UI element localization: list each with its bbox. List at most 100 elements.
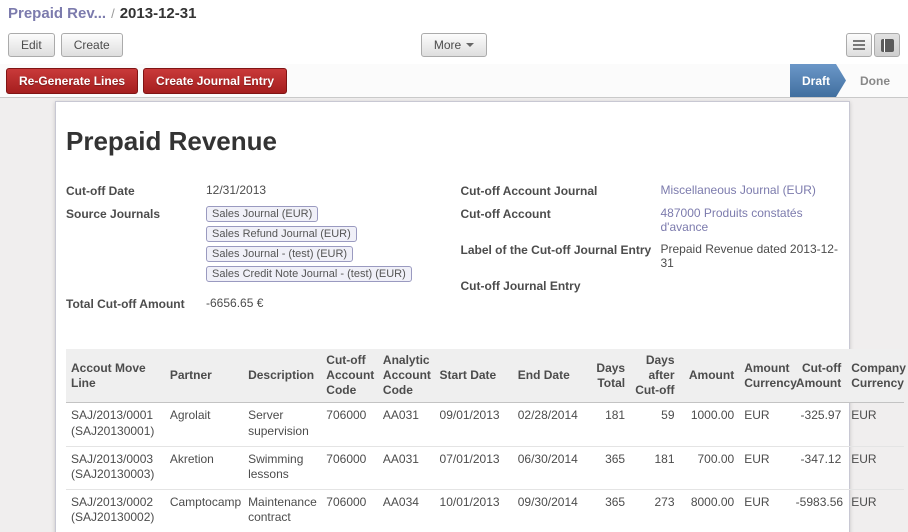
journal-tag: Sales Journal - (test) (EUR) [206,246,353,262]
col-days-total[interactable]: Days Total [591,349,630,403]
total-amount-value: -6656.65 € [206,296,445,311]
cell-start-date: 07/01/2013 [435,446,513,489]
cell-amount-currency: EUR [739,446,790,489]
cell-cutoff-amount: -325.97 [791,403,847,446]
regenerate-lines-button[interactable]: Re-Generate Lines [6,68,138,94]
field-journal-entry: Cut-off Journal Entry [461,278,840,293]
cell-move-line: SAJ/2013/0001 (SAJ20130001) [66,403,165,446]
cell-start-date: 10/01/2013 [435,489,513,532]
more-button-label: More [434,38,461,52]
col-partner[interactable]: Partner [165,349,243,403]
create-button[interactable]: Create [61,33,123,57]
col-amount[interactable]: Amount [680,349,740,403]
cell-analytic-code: AA031 [378,403,435,446]
cell-cutoff-amount: -5983.56 [791,489,847,532]
col-days-after-cutoff[interactable]: Days after Cut-off [630,349,679,403]
breadcrumb-current: 2013-12-31 [120,5,197,22]
table-row[interactable]: SAJ/2013/0001 (SAJ20130001) Agrolait Ser… [66,403,904,446]
cell-company-currency: EUR [846,489,904,532]
cell-amount-currency: EUR [739,489,790,532]
entry-label-label: Label of the Cut-off Journal Entry [461,242,661,270]
cell-amount: 8000.00 [680,489,740,532]
field-total-amount: Total Cut-off Amount -6656.65 € [66,296,445,311]
cell-days-after: 273 [630,489,679,532]
form-sheet: Prepaid Revenue Cut-off Date 12/31/2013 … [55,101,850,532]
field-cutoff-date: Cut-off Date 12/31/2013 [66,183,445,198]
journal-tag: Sales Refund Journal (EUR) [206,226,357,242]
list-view-button[interactable] [846,33,872,57]
journal-entry-label: Cut-off Journal Entry [461,278,661,293]
cell-partner: Camptocamp [165,489,243,532]
cell-description: Maintenance contract [243,489,321,532]
cell-account-code: 706000 [321,489,378,532]
content-area: Prepaid Revenue Cut-off Date 12/31/2013 … [0,98,908,532]
field-group-left: Cut-off Date 12/31/2013 Source Journals … [66,183,445,319]
cell-end-date: 02/28/2014 [513,403,591,446]
source-journals-tags: Sales Journal (EUR) Sales Refund Journal… [206,206,445,286]
status-done: Done [846,64,908,97]
cutoff-account-value[interactable]: 487000 Produits constatés d'avance [661,206,840,234]
cell-days-total: 365 [591,489,630,532]
cell-company-currency: EUR [846,403,904,446]
field-cutoff-journal: Cut-off Account Journal Miscellaneous Jo… [461,183,840,198]
cutoff-date-label: Cut-off Date [66,183,206,198]
table-row[interactable]: SAJ/2013/0002 (SAJ20130002) Camptocamp M… [66,489,904,532]
view-switcher [846,33,900,57]
page-title: Prepaid Revenue [66,126,839,157]
cell-analytic-code: AA034 [378,489,435,532]
journal-tag: Sales Journal (EUR) [206,206,318,222]
cutoff-journal-label: Cut-off Account Journal [461,183,661,198]
cell-partner: Agrolait [165,403,243,446]
entry-label-value: Prepaid Revenue dated 2013-12-31 [661,242,840,270]
cell-company-currency: EUR [846,446,904,489]
breadcrumb-parent[interactable]: Prepaid Rev... [8,5,106,22]
cutoff-journal-value[interactable]: Miscellaneous Journal (EUR) [661,183,840,198]
cell-amount-currency: EUR [739,403,790,446]
journal-entry-value [661,278,840,293]
chevron-down-icon [466,43,474,47]
cell-account-code: 706000 [321,403,378,446]
create-journal-entry-button[interactable]: Create Journal Entry [143,68,287,94]
field-entry-label: Label of the Cut-off Journal Entry Prepa… [461,242,840,270]
col-cutoff-amount[interactable]: Cut-off Amount [791,349,847,403]
table-row[interactable]: SAJ/2013/0003 (SAJ20130003) Akretion Swi… [66,446,904,489]
col-analytic-account-code[interactable]: Analytic Account Code [378,349,435,403]
field-cutoff-account: Cut-off Account 487000 Produits constaté… [461,206,840,234]
table-header-row: Accout Move Line Partner Description Cut… [66,349,904,403]
form-view-button[interactable] [874,33,900,57]
cell-amount: 700.00 [680,446,740,489]
cell-move-line: SAJ/2013/0002 (SAJ20130002) [66,489,165,532]
form-icon [881,39,894,52]
col-company-currency[interactable]: Company Currency [846,349,904,403]
cell-partner: Akretion [165,446,243,489]
cell-cutoff-amount: -347.12 [791,446,847,489]
breadcrumb-separator: / [111,6,115,21]
cell-analytic-code: AA031 [378,446,435,489]
col-amount-currency[interactable]: Amount Currency [739,349,790,403]
cell-move-line: SAJ/2013/0003 (SAJ20130003) [66,446,165,489]
field-source-journals: Source Journals Sales Journal (EUR) Sale… [66,206,445,286]
col-end-date[interactable]: End Date [513,349,591,403]
cell-days-after: 181 [630,446,679,489]
status-draft: Draft [790,64,846,97]
cell-description: Server supervision [243,403,321,446]
cell-description: Swimming lessons [243,446,321,489]
col-start-date[interactable]: Start Date [435,349,513,403]
cutoff-account-label: Cut-off Account [461,206,661,234]
edit-button[interactable]: Edit [8,33,55,57]
cell-end-date: 09/30/2014 [513,489,591,532]
field-group-right: Cut-off Account Journal Miscellaneous Jo… [461,183,840,319]
list-icon [853,40,865,50]
cell-amount: 1000.00 [680,403,740,446]
source-journals-label: Source Journals [66,206,206,286]
action-bar: Re-Generate Lines Create Journal Entry D… [0,64,908,98]
breadcrumb: Prepaid Rev... / 2013-12-31 [0,0,908,26]
col-account-move-line[interactable]: Accout Move Line [66,349,165,403]
cell-days-total: 365 [591,446,630,489]
more-button[interactable]: More [421,33,487,57]
col-description[interactable]: Description [243,349,321,403]
total-amount-label: Total Cut-off Amount [66,296,206,311]
col-cutoff-account-code[interactable]: Cut-off Account Code [321,349,378,403]
cell-end-date: 06/30/2014 [513,446,591,489]
cutoff-lines-table: Accout Move Line Partner Description Cut… [66,349,904,532]
